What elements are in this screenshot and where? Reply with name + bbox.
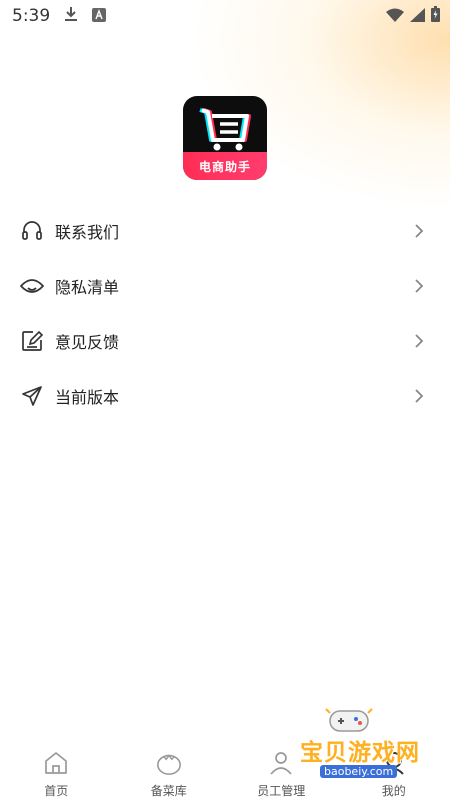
menu-item-privacy-list[interactable]: 隐私清单 (0, 258, 450, 313)
chevron-right-icon (414, 388, 426, 404)
signal-icon (410, 7, 425, 26)
nav-item-staff-management[interactable]: 员工管理 (225, 750, 337, 799)
edit-icon (20, 329, 44, 353)
download-icon (64, 6, 78, 26)
staff-icon (268, 750, 294, 776)
settings-menu: 联系我们 隐私清单 意见反馈 当前版本 (0, 203, 450, 423)
nav-label: 员工管理 (257, 784, 306, 798)
status-time: 5:39 (12, 6, 51, 26)
nav-label: 首页 (44, 784, 69, 798)
shopping-cart-icon (199, 108, 251, 151)
menu-label: 意见反馈 (55, 332, 120, 352)
send-icon (20, 384, 44, 408)
logo-text: 电商助手 (198, 159, 251, 174)
tomato-icon (156, 750, 182, 776)
headset-icon (20, 219, 44, 243)
chevron-right-icon (414, 223, 426, 239)
menu-item-contact-us[interactable]: 联系我们 (0, 203, 450, 258)
menu-item-feedback[interactable]: 意见反馈 (0, 313, 450, 368)
eye-icon (20, 274, 44, 298)
nav-item-home[interactable]: 首页 (0, 750, 112, 799)
wifi-icon (386, 7, 404, 26)
font-icon (92, 7, 107, 26)
chevron-right-icon (414, 278, 426, 294)
profile-icon (381, 750, 407, 776)
nav-item-profile[interactable]: 我的 (338, 750, 450, 799)
menu-item-current-version[interactable]: 当前版本 (0, 368, 450, 423)
menu-label: 当前版本 (55, 387, 120, 407)
nav-item-prep-library[interactable]: 备菜库 (113, 750, 225, 799)
app-logo: 电商助手 (183, 96, 267, 180)
home-icon (43, 750, 69, 776)
chevron-right-icon (414, 333, 426, 349)
logo-band: 电商助手 (183, 152, 267, 180)
menu-label: 隐私清单 (55, 277, 120, 297)
nav-label: 我的 (381, 784, 406, 798)
nav-label: 备菜库 (150, 784, 187, 798)
bottom-nav: 首页 备菜库 员工管理 我的 (0, 720, 450, 800)
menu-label: 联系我们 (55, 222, 120, 242)
status-bar: 5:39 (0, 0, 450, 32)
battery-icon (431, 6, 440, 26)
